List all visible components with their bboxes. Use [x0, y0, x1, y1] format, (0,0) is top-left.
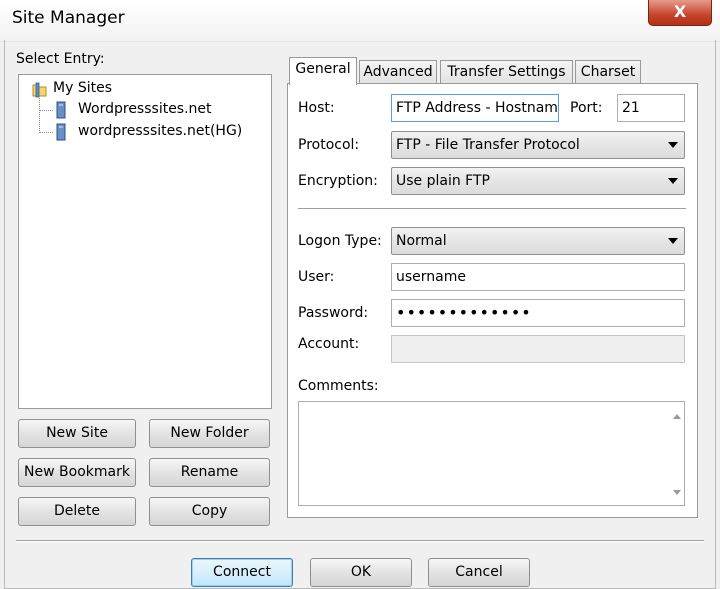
protocol-label: Protocol:	[298, 137, 360, 153]
chevron-down-icon	[668, 238, 678, 244]
tree-item-site[interactable]: Wordpresssites.net	[78, 101, 212, 117]
password-label: Password:	[298, 305, 369, 321]
connect-button[interactable]: Connect	[191, 558, 293, 587]
account-label: Account:	[298, 336, 360, 352]
close-icon: X	[673, 2, 687, 21]
site-tree[interactable]: My Sites Wordpresssites.net wordpresssit…	[18, 74, 272, 409]
tab-transfer-settings[interactable]: Transfer Settings	[440, 60, 573, 84]
scroll-up-icon[interactable]	[673, 414, 681, 419]
tree-item-site[interactable]: wordpresssites.net(HG)	[78, 123, 242, 139]
logon-type-label: Logon Type:	[298, 233, 382, 249]
divider	[298, 208, 686, 210]
tab-general[interactable]: General	[289, 57, 357, 85]
port-label: Port:	[570, 100, 603, 116]
user-label: User:	[298, 269, 335, 285]
chevron-down-icon	[668, 142, 678, 148]
folder-icon	[32, 82, 47, 98]
encryption-value: Use plain FTP	[396, 173, 490, 189]
new-folder-button[interactable]: New Folder	[149, 419, 270, 448]
tree-connector	[39, 110, 53, 111]
port-input[interactable]: 21	[617, 94, 685, 122]
divider	[16, 540, 704, 542]
logon-type-select[interactable]: Normal	[391, 227, 685, 255]
scroll-down-icon[interactable]	[673, 490, 681, 495]
account-input[interactable]	[391, 335, 685, 363]
tab-charset[interactable]: Charset	[575, 60, 641, 84]
select-entry-label: Select Entry:	[16, 51, 105, 67]
copy-button[interactable]: Copy	[149, 497, 270, 526]
password-input[interactable]: •••••••••••••	[391, 299, 685, 327]
protocol-select[interactable]: FTP - File Transfer Protocol	[391, 131, 685, 159]
new-bookmark-button[interactable]: New Bookmark	[18, 458, 136, 487]
encryption-select[interactable]: Use plain FTP	[391, 167, 685, 195]
host-label: Host:	[298, 100, 335, 116]
logon-type-value: Normal	[396, 233, 447, 249]
tab-advanced[interactable]: Advanced	[359, 60, 437, 84]
close-button[interactable]: X	[648, 0, 712, 26]
user-input[interactable]: username	[391, 263, 685, 291]
tree-connector	[39, 132, 53, 133]
cancel-button[interactable]: Cancel	[428, 558, 530, 587]
tree-root-my-sites[interactable]: My Sites	[53, 80, 112, 96]
comments-textarea[interactable]	[298, 401, 685, 506]
chevron-down-icon	[668, 178, 678, 184]
rename-button[interactable]: Rename	[149, 458, 270, 487]
delete-button[interactable]: Delete	[18, 497, 136, 526]
protocol-value: FTP - File Transfer Protocol	[396, 137, 580, 153]
comments-label: Comments:	[298, 378, 379, 394]
server-icon	[56, 123, 66, 141]
tree-connector	[39, 98, 40, 133]
host-input[interactable]: FTP Address - Hostname	[391, 94, 559, 122]
server-icon	[56, 101, 66, 119]
ok-button[interactable]: OK	[310, 558, 412, 587]
window-title: Site Manager	[12, 8, 125, 28]
new-site-button[interactable]: New Site	[18, 419, 136, 448]
encryption-label: Encryption:	[298, 173, 378, 189]
